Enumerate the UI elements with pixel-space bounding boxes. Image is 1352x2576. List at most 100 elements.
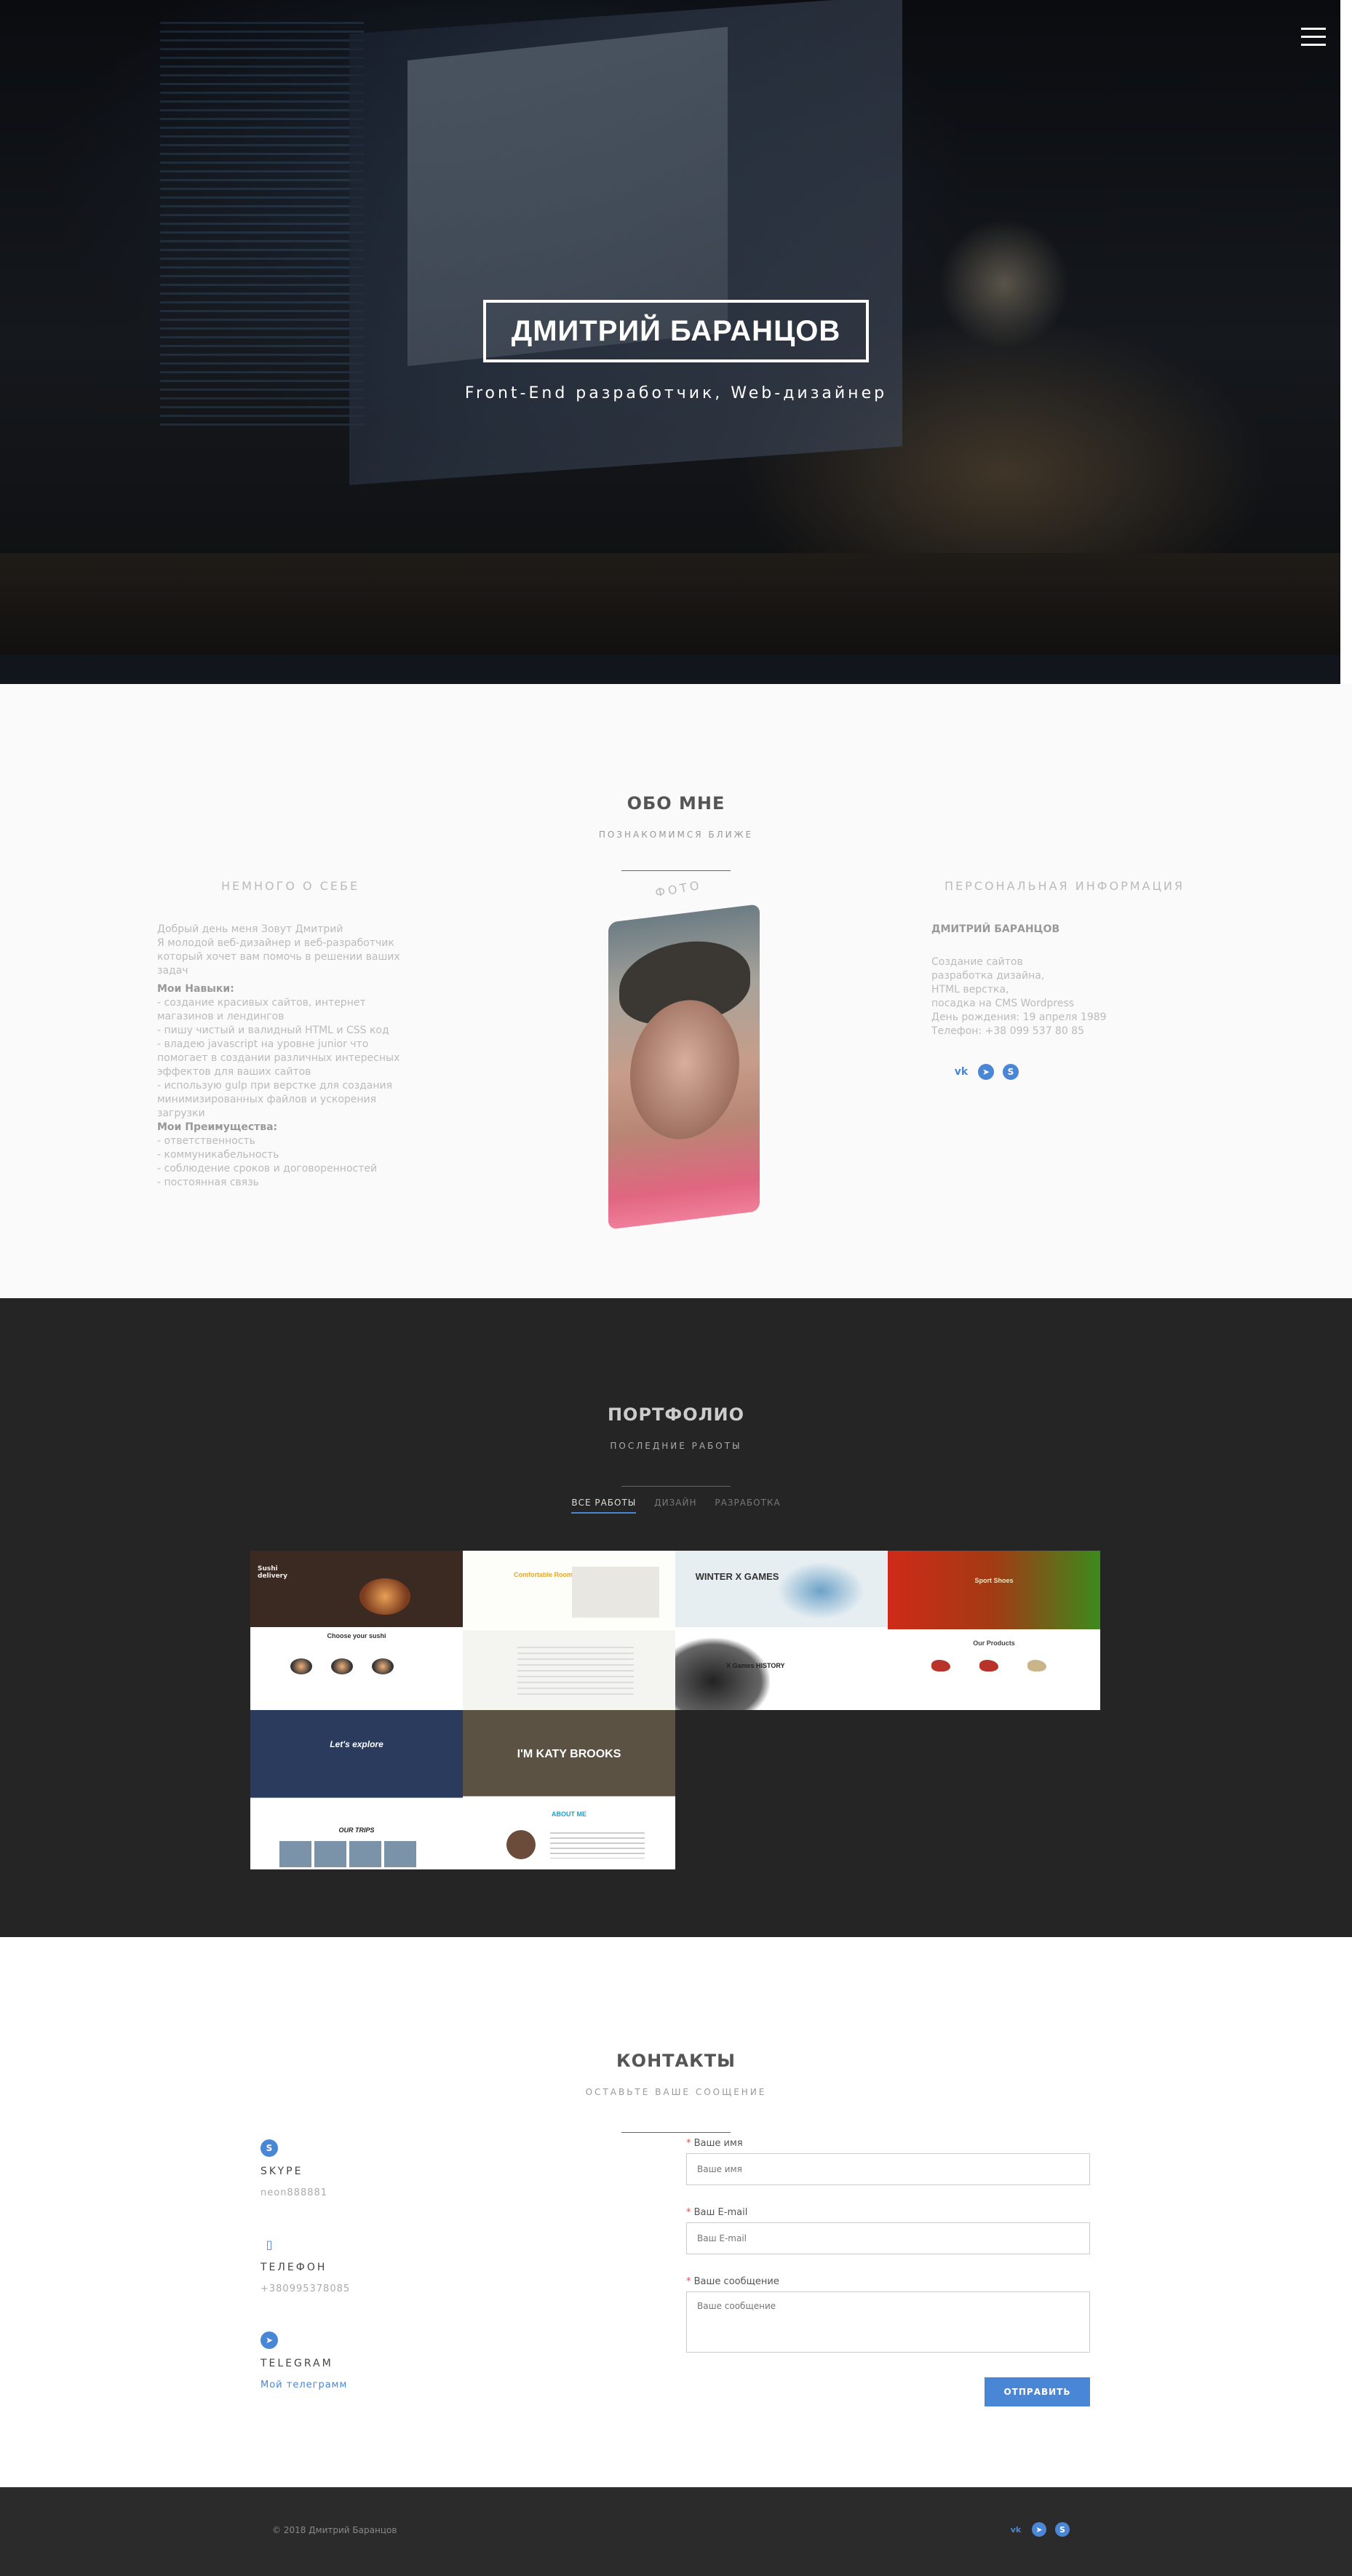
personal-info-list: Создание сайтов разработка дизайна, HTML в… [931,955,1193,1038]
contact-value: +380995378085 [261,2283,351,2294]
telegram-icon[interactable]: ➤ [978,1064,994,1080]
info-item: День рождения: 19 апреля 1989 [931,1011,1107,1023]
telegram-icon: ➤ [261,2331,278,2349]
skill-item: - создание красивых сайтов, интернет маг… [157,997,366,1022]
message-textarea[interactable] [686,2291,1090,2353]
contact-label: ТЕЛЕФОН [261,2262,327,2273]
telegram-link[interactable]: Мой телеграмм [261,2380,347,2390]
portfolio-item-shoes[interactable]: Sport Shoes Our Products [888,1551,1100,1710]
tile-avatar [506,1830,536,1859]
contacts-section: КОНТАКТЫ ОСТАВЬТЕ ВАШЕ СООЩЕНИЕ [0,1937,1352,2487]
message-label-text: Ваше сообщение [693,2276,779,2287]
skype-icon[interactable]: S [1055,2522,1070,2537]
tile-label-2: OUR TRIPS [338,1826,375,1834]
about-left-text: Добрый день меня Зовут Дмитрий Я молодой… [157,923,405,1190]
tile-header: Sushi delivery [258,1565,287,1580]
vk-icon[interactable]: vk [1009,2522,1023,2537]
filter-all[interactable]: ВСЕ РАБОТЫ [571,1498,637,1514]
hero-scrollbar-gap [1340,0,1352,684]
skill-item: - использую gulp при верстке для создани… [157,1080,393,1119]
tile-pics [279,1841,416,1867]
info-item: HTML верстка, [931,984,1009,995]
advantage-item: - коммуникабельность [157,1149,279,1161]
message-label: * Ваше сообщение [686,2276,1090,2287]
about-divider [621,870,731,871]
advantage-item: - постоянная связь [157,1177,259,1188]
tile-label: Choose your sushi [327,1632,386,1639]
skype-icon[interactable]: S [1003,1064,1019,1080]
profile-photo [608,904,760,1230]
contact-label: TELEGRAM [261,2358,333,2369]
email-input[interactable] [686,2222,1090,2254]
copyright: © 2018 Дмитрий Баранцов [272,2525,397,2535]
filter-development[interactable]: РАЗРАБОТКА [715,1498,780,1512]
send-button[interactable]: ОТПРАВИТЬ [985,2377,1090,2406]
contact-value: neon888881 [261,2187,328,2198]
tile-skier [777,1562,864,1620]
skill-item: - владею javascript на уровне junior что… [157,1038,400,1078]
name-label: * Ваше имя [686,2138,1090,2149]
portfolio-divider [621,1486,731,1487]
tile-shoes [931,1660,1046,1671]
tile-label: Let's explore [330,1739,383,1749]
tile-label-2: X Games HISTORY [726,1662,785,1669]
email-label-text: Ваш E-mail [693,2207,748,2218]
tile-text-lines [517,1647,634,1698]
tile-label: Sport Shoes [974,1577,1014,1584]
info-item: посадка на CMS Wordpress [931,998,1075,1009]
hero-bg-strip [0,655,1340,684]
tile-label-2: Our Products [973,1639,1015,1647]
portfolio-filters: ВСЕ РАБОТЫ ДИЗАЙН РАЗРАБОТКА [0,1498,1352,1514]
about-subtitle: ПОЗНАКОМИМСЯ БЛИЖЕ [598,830,754,840]
name-label-text: Ваше имя [693,2138,743,2149]
portfolio-item-sushi[interactable]: Sushi delivery Choose your sushi [250,1551,463,1710]
required-mark: * [686,2276,691,2287]
tile-plates [290,1658,394,1674]
required-mark: * [686,2207,691,2218]
about-socials: vk ➤ S [953,1064,1019,1080]
name-input[interactable] [686,2153,1090,2185]
skills-heading: Мои Навыки: [157,983,234,995]
portfolio-item-rooms[interactable]: Comfortable Rooms [463,1551,675,1710]
tile-text-lines [550,1832,645,1859]
hamburger-icon[interactable] [1301,28,1326,47]
advantages-heading: Мои Преимущества: [157,1121,278,1133]
email-label: * Ваш E-mail [686,2207,1090,2218]
tile-image [572,1567,659,1618]
skill-item: - пишу чистый и валидный HTML и CSS код [157,1025,389,1036]
tile-rock [675,1638,770,1710]
contact-phone: ▯ ТЕЛЕФОН +380995378085 [261,2235,351,2295]
portfolio-item-katy-brooks[interactable]: I'M KATY BROOKS ABOUT ME [463,1710,675,1869]
about-left-heading: НЕМНОГО О СЕБЕ [221,879,360,893]
footer-socials: vk ➤ S [1009,2522,1070,2537]
hero-title: ДМИТРИЙ БАРАНЦОВ [511,314,841,347]
advantage-item: - ответственность [157,1135,255,1147]
advantage-item: - соблюдение сроков и договоренностей [157,1163,378,1174]
personal-info: ДМИТРИЙ БАРАНЦОВ Создание сайтов разработ… [931,923,1193,1038]
about-intro: Добрый день меня Зовут Дмитрий Я молодой… [157,923,400,977]
tile-dish [359,1578,410,1615]
filter-design[interactable]: ДИЗАЙН [654,1498,696,1512]
hero-subtitle: Front-End разработчик, Web-дизайнер [464,384,888,402]
skills-list: - создание красивых сайтов, интернет маг… [157,996,405,1121]
vk-icon[interactable]: vk [953,1064,969,1080]
info-item: разработка дизайна, [931,970,1045,982]
portfolio-title: ПОРТФОЛИО [607,1404,745,1425]
hero-section: ДМИТРИЙ БАРАНЦОВ Front-End разработчик, … [0,0,1352,684]
hero-bg-lamp [939,218,1070,349]
contacts-title: КОНТАКТЫ [616,2051,736,2071]
info-item: Телефон: +38 099 537 80 85 [931,1025,1084,1037]
personal-name: ДМИТРИЙ БАРАНЦОВ [931,923,1060,935]
hero-bg-code [160,22,364,429]
about-title: ОБО МНЕ [627,793,725,814]
portfolio-item-trips[interactable]: Let's explore OUR TRIPS [250,1710,463,1869]
telegram-icon[interactable]: ➤ [1032,2522,1046,2537]
required-mark: * [686,2138,691,2149]
contact-form: * Ваше имя * Ваш E-mail * Ваше сообщение [686,2138,1090,2356]
contact-telegram: ➤ TELEGRAM Мой телеграмм [261,2331,347,2390]
about-right-heading: ПЕРСОНАЛЬНАЯ ИНФОРМАЦИЯ [945,879,1185,893]
contact-label: SKYPE [261,2166,303,2177]
portfolio-item-winter-games[interactable]: WINTER X GAMES X Games HISTORY [675,1551,888,1710]
phone-icon: ▯ [266,2237,273,2251]
contacts-subtitle: ОСТАВЬТЕ ВАШЕ СООЩЕНИЕ [585,2087,767,2097]
